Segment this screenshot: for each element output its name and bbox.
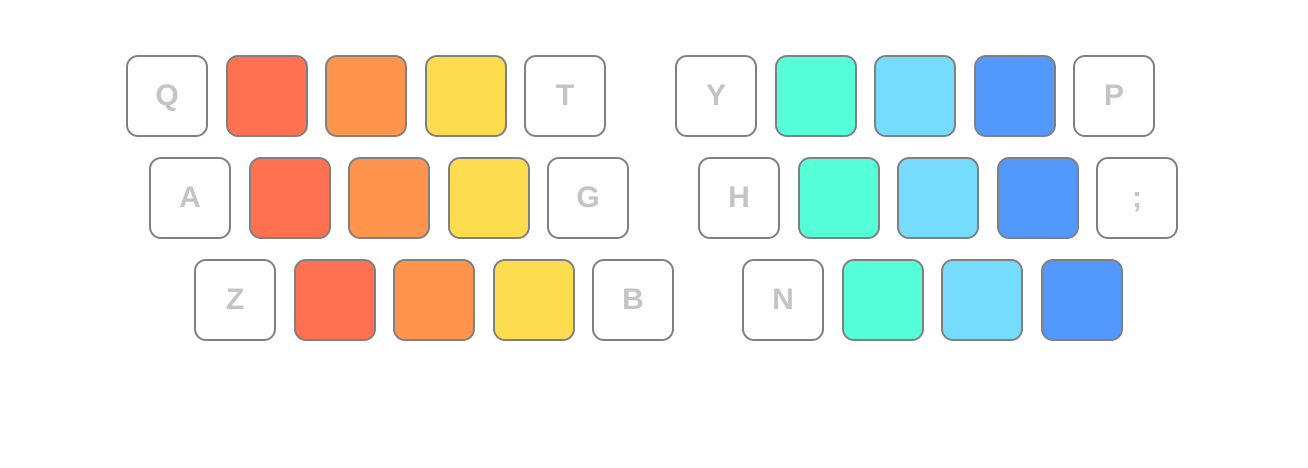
key-h: H bbox=[698, 157, 780, 239]
key-z: Z bbox=[194, 259, 276, 341]
key-y: Y bbox=[675, 55, 757, 137]
key-label: H bbox=[728, 181, 750, 214]
key-yellow-swatch bbox=[425, 55, 507, 137]
key-blue-swatch bbox=[974, 55, 1056, 137]
key-label: A bbox=[179, 181, 201, 214]
key-label: P bbox=[1103, 79, 1124, 112]
key-a: A bbox=[149, 157, 231, 239]
key-label: Z bbox=[225, 283, 245, 316]
key-label: G bbox=[576, 181, 600, 214]
key-label: Q bbox=[155, 79, 179, 112]
key-blue-swatch bbox=[1041, 259, 1123, 341]
keyboard-diagram: Q T Y P A G H; Z B N bbox=[0, 0, 1308, 468]
key-label: B bbox=[622, 283, 644, 316]
key-light-blue-swatch bbox=[897, 157, 979, 239]
key-light-blue-swatch bbox=[874, 55, 956, 137]
key-aqua-swatch bbox=[842, 259, 924, 341]
key-label: T bbox=[555, 79, 575, 112]
key-orange-swatch bbox=[393, 259, 475, 341]
key-blue-swatch bbox=[997, 157, 1079, 239]
key-b: B bbox=[592, 259, 674, 341]
key-label: ; bbox=[1132, 181, 1142, 214]
key-yellow-swatch bbox=[448, 157, 530, 239]
key-aqua-swatch bbox=[775, 55, 857, 137]
key-red-swatch bbox=[249, 157, 331, 239]
key-red-swatch bbox=[226, 55, 308, 137]
key-orange-swatch bbox=[325, 55, 407, 137]
key-aqua-swatch bbox=[798, 157, 880, 239]
key-label: Y bbox=[705, 79, 726, 112]
key-q: Q bbox=[126, 55, 208, 137]
key-semicolon: ; bbox=[1096, 157, 1178, 239]
key-orange-swatch bbox=[348, 157, 430, 239]
key-n: N bbox=[742, 259, 824, 341]
key-g: G bbox=[547, 157, 629, 239]
key-light-blue-swatch bbox=[941, 259, 1023, 341]
key-red-swatch bbox=[294, 259, 376, 341]
key-yellow-swatch bbox=[493, 259, 575, 341]
key-t: T bbox=[524, 55, 606, 137]
key-p: P bbox=[1073, 55, 1155, 137]
key-label: N bbox=[772, 283, 794, 316]
